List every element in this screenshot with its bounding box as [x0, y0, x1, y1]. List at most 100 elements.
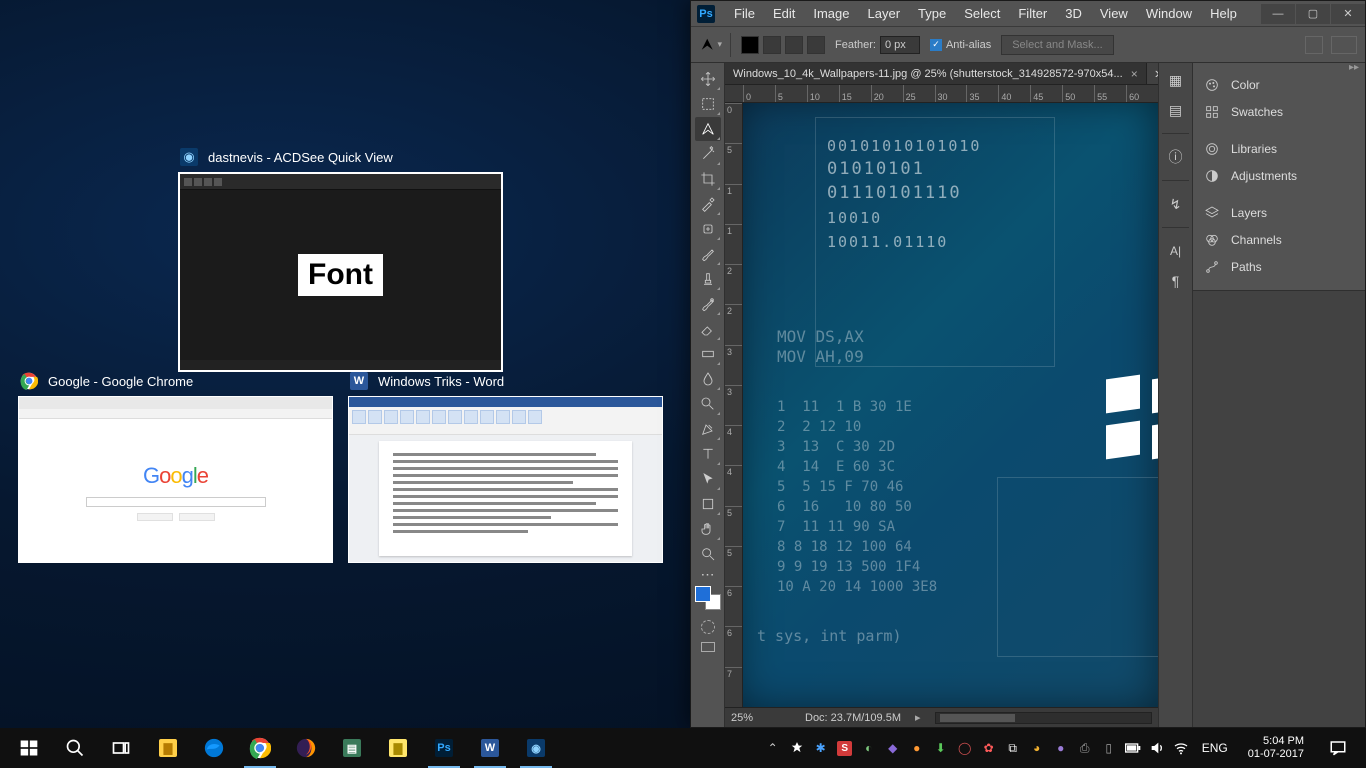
tray-icon[interactable]: ✿ — [980, 739, 998, 757]
workspace-switcher-icon[interactable] — [1331, 36, 1357, 54]
ruler-horizontal[interactable]: 051015202530354045505560 — [725, 85, 1158, 103]
ruler-vertical[interactable]: 051122334455667 — [725, 103, 743, 707]
edit-toolbar[interactable]: ⋯ — [695, 567, 721, 581]
stamp-tool[interactable] — [695, 267, 721, 291]
options-extra-icon[interactable] — [1305, 36, 1323, 54]
search-button[interactable] — [52, 728, 98, 768]
language-indicator[interactable]: ENG — [1196, 741, 1234, 755]
action-center-button[interactable] — [1318, 728, 1358, 768]
taskbar-app-word[interactable]: W — [468, 728, 512, 768]
lasso-tool[interactable] — [695, 117, 721, 141]
type-tool[interactable] — [695, 442, 721, 466]
document-tab[interactable]: Windows_10_4k_Wallpapers-11.jpg @ 25% (s… — [725, 63, 1147, 84]
move-tool[interactable] — [695, 67, 721, 91]
tray-icon[interactable] — [788, 739, 806, 757]
panel-paths[interactable]: Paths — [1193, 253, 1365, 280]
status-menu-icon[interactable]: ▸ — [915, 711, 921, 724]
tray-icon[interactable]: ◯ — [956, 739, 974, 757]
blur-tool[interactable] — [695, 367, 721, 391]
tray-bluetooth-icon[interactable]: ✱ — [812, 739, 830, 757]
taskbar-app-acdsee[interactable]: ◉ — [514, 728, 558, 768]
tray-icon[interactable]: ⎙ — [1076, 739, 1094, 757]
foreground-background-colors[interactable] — [695, 586, 721, 616]
minimize-button[interactable]: — — [1261, 4, 1295, 24]
tray-icon[interactable]: S — [836, 739, 854, 757]
menu-image[interactable]: Image — [804, 6, 858, 21]
crop-tool[interactable] — [695, 167, 721, 191]
current-tool-icon[interactable]: ▾ — [699, 33, 731, 57]
panel-icon[interactable]: ↯ — [1165, 193, 1187, 215]
brush-tool[interactable] — [695, 242, 721, 266]
taskbar-app-chrome[interactable] — [238, 728, 282, 768]
tray-overflow-icon[interactable]: ⌃ — [764, 739, 782, 757]
healing-tool[interactable] — [695, 217, 721, 241]
menu-filter[interactable]: Filter — [1009, 6, 1056, 21]
menu-help[interactable]: Help — [1201, 6, 1246, 21]
pen-tool[interactable] — [695, 417, 721, 441]
tray-icon[interactable]: ◕ — [1028, 739, 1046, 757]
zoom-tool[interactable] — [695, 542, 721, 566]
menu-select[interactable]: Select — [955, 6, 1009, 21]
tray-icon[interactable]: ◆ — [884, 739, 902, 757]
tray-icon[interactable]: ● — [908, 739, 926, 757]
menu-file[interactable]: File — [725, 6, 764, 21]
h-scrollbar[interactable] — [935, 712, 1152, 724]
task-view-button[interactable] — [98, 728, 144, 768]
start-button[interactable] — [6, 728, 52, 768]
panel-channels[interactable]: Channels — [1193, 226, 1365, 253]
canvas[interactable]: 00101010101010 01010101 01110101110 1001… — [743, 103, 1158, 707]
menu-type[interactable]: Type — [909, 6, 955, 21]
tray-icon[interactable]: ⧉ — [1004, 739, 1022, 757]
panel-layers[interactable]: Layers — [1193, 199, 1365, 226]
select-and-mask-button[interactable]: Select and Mask... — [1001, 35, 1114, 55]
menu-edit[interactable]: Edit — [764, 6, 804, 21]
dodge-tool[interactable] — [695, 392, 721, 416]
taskbar-app-sticky[interactable]: ▇ — [376, 728, 420, 768]
snap-thumb-word[interactable]: W Windows Triks - Word — [348, 372, 663, 563]
selection-mode-buttons[interactable] — [741, 36, 825, 54]
gradient-tool[interactable] — [695, 342, 721, 366]
taskbar-app-photoshop[interactable]: Ps — [422, 728, 466, 768]
panel-icon[interactable]: ⓘ — [1165, 146, 1187, 168]
panel-icon[interactable]: ¶ — [1165, 270, 1187, 292]
screen-mode-toggle[interactable] — [695, 638, 721, 656]
panel-color[interactable]: Color — [1193, 71, 1365, 98]
menu-3d[interactable]: 3D — [1056, 6, 1091, 21]
feather-input[interactable] — [880, 36, 920, 54]
taskbar-app-explorer[interactable]: ▇ — [146, 728, 190, 768]
hand-tool[interactable] — [695, 517, 721, 541]
menu-window[interactable]: Window — [1137, 6, 1201, 21]
tray-wifi-icon[interactable] — [1172, 739, 1190, 757]
tray-battery-icon[interactable] — [1124, 739, 1142, 757]
close-button[interactable]: ✕ — [1331, 4, 1365, 24]
maximize-button[interactable]: ▢ — [1296, 4, 1330, 24]
eyedropper-tool[interactable] — [695, 192, 721, 216]
close-tab-icon[interactable]: × — [1131, 67, 1138, 81]
menu-layer[interactable]: Layer — [859, 6, 910, 21]
panel-swatches[interactable]: Swatches — [1193, 98, 1365, 125]
tray-icon[interactable]: ⬇ — [932, 739, 950, 757]
snap-thumb-chrome[interactable]: Google - Google Chrome Google — [18, 372, 333, 563]
antialias-checkbox[interactable]: ✓Anti-alias — [930, 39, 991, 51]
tray-icon[interactable]: ▯ — [1100, 739, 1118, 757]
tray-icon[interactable]: ● — [1052, 739, 1070, 757]
taskbar-app-generic[interactable]: ▤ — [330, 728, 374, 768]
path-select-tool[interactable] — [695, 467, 721, 491]
taskbar-app-firefox[interactable] — [284, 728, 328, 768]
panel-icon[interactable]: ▤ — [1165, 99, 1187, 121]
magic-wand-tool[interactable] — [695, 142, 721, 166]
eraser-tool[interactable] — [695, 317, 721, 341]
quick-mask-toggle[interactable] — [695, 616, 721, 638]
shape-tool[interactable] — [695, 492, 721, 516]
history-brush-tool[interactable] — [695, 292, 721, 316]
panel-icon[interactable]: ▦ — [1165, 69, 1187, 91]
menu-view[interactable]: View — [1091, 6, 1137, 21]
zoom-level[interactable]: 25% — [731, 712, 791, 724]
tray-volume-icon[interactable] — [1148, 739, 1166, 757]
clock[interactable]: 5:04 PM 01-07-2017 — [1240, 735, 1312, 761]
taskbar-app-edge[interactable] — [192, 728, 236, 768]
panel-adjustments[interactable]: Adjustments — [1193, 162, 1365, 189]
snap-thumb-acdsee[interactable]: ◉ dastnevis - ACDSee Quick View Font — [178, 148, 503, 372]
panel-libraries[interactable]: Libraries — [1193, 135, 1365, 162]
marquee-tool[interactable] — [695, 92, 721, 116]
